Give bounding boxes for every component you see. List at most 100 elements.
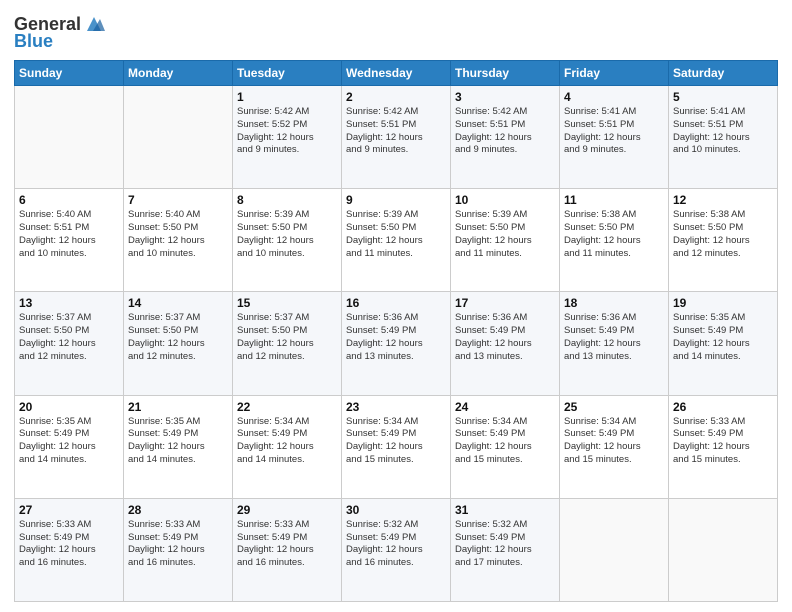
calendar-cell: 7 Sunrise: 5:40 AM Sunset: 5:50 PM Daylig… (124, 189, 233, 292)
day-number: 17 (455, 296, 555, 310)
day-number: 4 (564, 90, 664, 104)
day-number: 27 (19, 503, 119, 517)
day-number: 29 (237, 503, 337, 517)
day-info: Sunrise: 5:39 AM Sunset: 5:50 PM Dayligh… (237, 209, 337, 260)
day-info: Sunrise: 5:38 AM Sunset: 5:50 PM Dayligh… (564, 209, 664, 260)
day-number: 22 (237, 400, 337, 414)
calendar-cell: 19 Sunrise: 5:35 AM Sunset: 5:49 PM Dayli… (669, 292, 778, 395)
day-number: 5 (673, 90, 773, 104)
calendar-cell: 4 Sunrise: 5:41 AM Sunset: 5:51 PM Daylig… (560, 86, 669, 189)
day-info: Sunrise: 5:35 AM Sunset: 5:49 PM Dayligh… (673, 312, 773, 363)
calendar-table: SundayMondayTuesdayWednesdayThursdayFrid… (14, 60, 778, 602)
day-info: Sunrise: 5:32 AM Sunset: 5:49 PM Dayligh… (346, 519, 446, 570)
calendar-cell: 26 Sunrise: 5:33 AM Sunset: 5:49 PM Dayli… (669, 395, 778, 498)
weekday-header: Wednesday (342, 61, 451, 86)
calendar-cell: 18 Sunrise: 5:36 AM Sunset: 5:49 PM Dayli… (560, 292, 669, 395)
day-number: 10 (455, 193, 555, 207)
day-number: 15 (237, 296, 337, 310)
day-info: Sunrise: 5:39 AM Sunset: 5:50 PM Dayligh… (346, 209, 446, 260)
calendar-cell: 13 Sunrise: 5:37 AM Sunset: 5:50 PM Dayli… (15, 292, 124, 395)
day-info: Sunrise: 5:37 AM Sunset: 5:50 PM Dayligh… (237, 312, 337, 363)
calendar-cell: 31 Sunrise: 5:32 AM Sunset: 5:49 PM Dayli… (451, 498, 560, 601)
day-number: 2 (346, 90, 446, 104)
weekday-header: Sunday (15, 61, 124, 86)
day-number: 23 (346, 400, 446, 414)
day-number: 25 (564, 400, 664, 414)
day-number: 7 (128, 193, 228, 207)
day-number: 12 (673, 193, 773, 207)
calendar-cell: 28 Sunrise: 5:33 AM Sunset: 5:49 PM Dayli… (124, 498, 233, 601)
day-info: Sunrise: 5:41 AM Sunset: 5:51 PM Dayligh… (564, 106, 664, 157)
day-info: Sunrise: 5:33 AM Sunset: 5:49 PM Dayligh… (128, 519, 228, 570)
day-info: Sunrise: 5:35 AM Sunset: 5:49 PM Dayligh… (128, 416, 228, 467)
calendar-cell: 11 Sunrise: 5:38 AM Sunset: 5:50 PM Dayli… (560, 189, 669, 292)
calendar-cell: 5 Sunrise: 5:41 AM Sunset: 5:51 PM Daylig… (669, 86, 778, 189)
calendar-cell: 17 Sunrise: 5:36 AM Sunset: 5:49 PM Dayli… (451, 292, 560, 395)
day-number: 21 (128, 400, 228, 414)
day-info: Sunrise: 5:38 AM Sunset: 5:50 PM Dayligh… (673, 209, 773, 260)
day-info: Sunrise: 5:34 AM Sunset: 5:49 PM Dayligh… (346, 416, 446, 467)
day-info: Sunrise: 5:39 AM Sunset: 5:50 PM Dayligh… (455, 209, 555, 260)
day-info: Sunrise: 5:42 AM Sunset: 5:51 PM Dayligh… (455, 106, 555, 157)
page-header: General Blue (14, 10, 778, 52)
day-info: Sunrise: 5:42 AM Sunset: 5:52 PM Dayligh… (237, 106, 337, 157)
calendar-cell: 30 Sunrise: 5:32 AM Sunset: 5:49 PM Dayli… (342, 498, 451, 601)
weekday-header: Saturday (669, 61, 778, 86)
day-number: 26 (673, 400, 773, 414)
day-number: 3 (455, 90, 555, 104)
calendar-cell: 3 Sunrise: 5:42 AM Sunset: 5:51 PM Daylig… (451, 86, 560, 189)
day-number: 8 (237, 193, 337, 207)
day-number: 28 (128, 503, 228, 517)
calendar-cell: 12 Sunrise: 5:38 AM Sunset: 5:50 PM Dayli… (669, 189, 778, 292)
calendar-cell: 22 Sunrise: 5:34 AM Sunset: 5:49 PM Dayli… (233, 395, 342, 498)
calendar-cell: 1 Sunrise: 5:42 AM Sunset: 5:52 PM Daylig… (233, 86, 342, 189)
day-number: 9 (346, 193, 446, 207)
day-info: Sunrise: 5:36 AM Sunset: 5:49 PM Dayligh… (564, 312, 664, 363)
day-number: 30 (346, 503, 446, 517)
logo: General Blue (14, 10, 105, 52)
calendar-cell: 9 Sunrise: 5:39 AM Sunset: 5:50 PM Daylig… (342, 189, 451, 292)
calendar-cell: 10 Sunrise: 5:39 AM Sunset: 5:50 PM Dayli… (451, 189, 560, 292)
day-info: Sunrise: 5:33 AM Sunset: 5:49 PM Dayligh… (673, 416, 773, 467)
day-info: Sunrise: 5:32 AM Sunset: 5:49 PM Dayligh… (455, 519, 555, 570)
calendar-cell: 23 Sunrise: 5:34 AM Sunset: 5:49 PM Dayli… (342, 395, 451, 498)
day-number: 18 (564, 296, 664, 310)
day-number: 14 (128, 296, 228, 310)
weekday-header: Tuesday (233, 61, 342, 86)
day-info: Sunrise: 5:36 AM Sunset: 5:49 PM Dayligh… (455, 312, 555, 363)
day-number: 11 (564, 193, 664, 207)
day-info: Sunrise: 5:35 AM Sunset: 5:49 PM Dayligh… (19, 416, 119, 467)
calendar-cell (124, 86, 233, 189)
day-info: Sunrise: 5:34 AM Sunset: 5:49 PM Dayligh… (237, 416, 337, 467)
day-info: Sunrise: 5:36 AM Sunset: 5:49 PM Dayligh… (346, 312, 446, 363)
calendar-cell: 6Sunrise: 5:40 AM Sunset: 5:51 PM Daylig… (15, 189, 124, 292)
day-number: 1 (237, 90, 337, 104)
day-number: 31 (455, 503, 555, 517)
calendar-cell: 21 Sunrise: 5:35 AM Sunset: 5:49 PM Dayli… (124, 395, 233, 498)
calendar-cell: 24 Sunrise: 5:34 AM Sunset: 5:49 PM Dayli… (451, 395, 560, 498)
logo-icon (83, 13, 105, 35)
calendar-cell: 27 Sunrise: 5:33 AM Sunset: 5:49 PM Dayli… (15, 498, 124, 601)
day-info: Sunrise: 5:42 AM Sunset: 5:51 PM Dayligh… (346, 106, 446, 157)
day-info: Sunrise: 5:34 AM Sunset: 5:49 PM Dayligh… (455, 416, 555, 467)
day-info: Sunrise: 5:37 AM Sunset: 5:50 PM Dayligh… (19, 312, 119, 363)
calendar-cell: 15 Sunrise: 5:37 AM Sunset: 5:50 PM Dayli… (233, 292, 342, 395)
day-info: Sunrise: 5:37 AM Sunset: 5:50 PM Dayligh… (128, 312, 228, 363)
day-number: 16 (346, 296, 446, 310)
day-number: 24 (455, 400, 555, 414)
day-number: 20 (19, 400, 119, 414)
day-number: 13 (19, 296, 119, 310)
day-number: 19 (673, 296, 773, 310)
weekday-header: Monday (124, 61, 233, 86)
calendar-header: SundayMondayTuesdayWednesdayThursdayFrid… (15, 61, 778, 86)
calendar-cell (560, 498, 669, 601)
day-info: Sunrise: 5:41 AM Sunset: 5:51 PM Dayligh… (673, 106, 773, 157)
weekday-header: Thursday (451, 61, 560, 86)
day-number: 6 (19, 193, 119, 207)
day-info: Sunrise: 5:40 AM Sunset: 5:50 PM Dayligh… (128, 209, 228, 260)
calendar-cell: 8 Sunrise: 5:39 AM Sunset: 5:50 PM Daylig… (233, 189, 342, 292)
calendar-cell: 16 Sunrise: 5:36 AM Sunset: 5:49 PM Dayli… (342, 292, 451, 395)
day-info: Sunrise: 5:34 AM Sunset: 5:49 PM Dayligh… (564, 416, 664, 467)
day-info: Sunrise: 5:33 AM Sunset: 5:49 PM Dayligh… (19, 519, 119, 570)
calendar-cell: 2 Sunrise: 5:42 AM Sunset: 5:51 PM Daylig… (342, 86, 451, 189)
